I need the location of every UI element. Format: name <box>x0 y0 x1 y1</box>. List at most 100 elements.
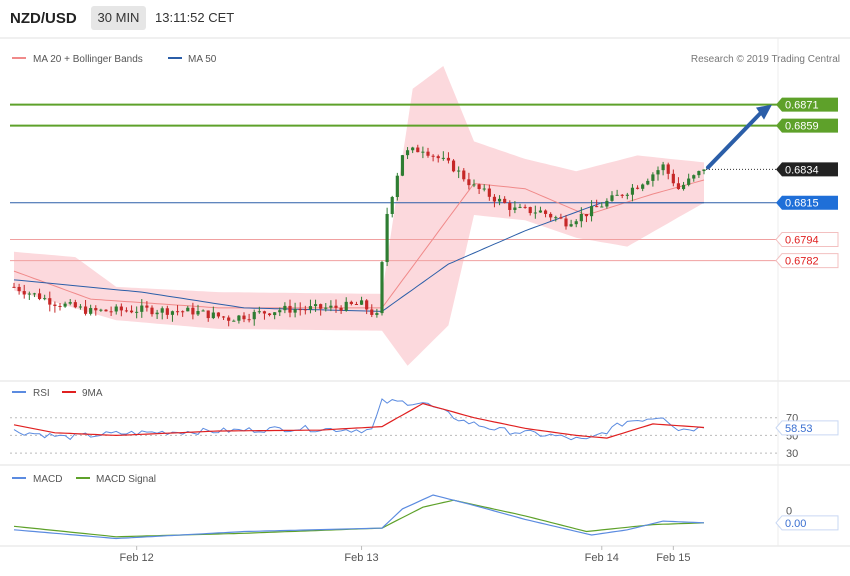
macd-line <box>13 494 705 540</box>
candle-body <box>319 304 323 309</box>
candle-body <box>43 298 47 300</box>
macd-signal-line <box>13 499 705 538</box>
candle <box>400 154 405 177</box>
candle-body <box>109 311 113 313</box>
candle-body <box>702 169 706 172</box>
candle-body <box>73 302 77 308</box>
projection-arrow-shaft <box>706 109 764 170</box>
candle-body <box>242 315 246 320</box>
candle-body <box>431 155 435 157</box>
candle <box>58 303 62 311</box>
support-1-tag: 0.6794 <box>775 232 839 248</box>
support-2-tag-label: 0.6782 <box>785 256 819 268</box>
candle-body <box>308 306 313 310</box>
candle-body <box>661 164 665 171</box>
target-1-tag-label: 0.6871 <box>785 100 819 112</box>
candle-body <box>687 178 691 185</box>
candle-body <box>344 301 348 311</box>
candle-body <box>63 303 67 307</box>
candle-body <box>150 307 154 315</box>
target-2-tag: 0.6859 <box>776 118 838 133</box>
candle-body <box>385 213 389 263</box>
candle-body <box>482 188 486 190</box>
candle-body <box>472 184 476 186</box>
candle-body <box>543 210 548 214</box>
candle-body <box>625 194 629 196</box>
candle-body <box>600 206 604 208</box>
ma20-legend-label: MA 20 + Bollinger Bands <box>33 54 143 65</box>
signal-legend-label: MACD Signal <box>96 474 156 485</box>
candle-body <box>191 307 195 315</box>
candle-body <box>83 306 88 314</box>
candle-body <box>615 194 619 196</box>
candle-body <box>365 300 369 310</box>
candle-body <box>395 175 399 198</box>
candle <box>53 301 57 313</box>
candle <box>385 207 389 267</box>
candle-body <box>513 207 517 210</box>
candle-body <box>303 309 307 311</box>
candle-body <box>375 313 379 315</box>
rsi-tick-label: 30 <box>786 448 798 460</box>
candle-body <box>140 305 144 312</box>
candle-body <box>451 160 456 172</box>
candle-body <box>267 313 272 316</box>
candle-body <box>211 312 215 319</box>
candle-body <box>252 311 256 320</box>
candle-body <box>671 173 675 184</box>
candle-body <box>237 315 241 321</box>
candle-body <box>676 183 681 190</box>
candle-body <box>405 150 410 156</box>
candle-body <box>247 319 251 321</box>
candle-body <box>457 170 461 172</box>
x-tick-label: Feb 14 <box>585 552 619 564</box>
candle-body <box>329 305 333 308</box>
candle-body <box>22 291 26 295</box>
candle-body <box>155 312 159 315</box>
ma50-level-tag-label: 0.6815 <box>785 198 819 210</box>
current-price-tag: 0.6834 <box>776 162 838 177</box>
candle-body <box>554 217 558 219</box>
x-axis: Feb 12 Feb 13 Feb 14 Feb 15 <box>120 546 690 564</box>
candle-body <box>549 213 553 218</box>
candle-body <box>313 304 318 307</box>
candle-body <box>48 298 52 305</box>
candle-body <box>697 171 701 176</box>
candle-body <box>186 307 190 312</box>
candle-body <box>467 179 471 186</box>
candle-body <box>32 293 37 295</box>
candle-body <box>610 195 614 201</box>
price-panel: 0.6871 0.6859 0.6834 0.6815 0.6794 0.6782 <box>10 66 839 366</box>
support-2-tag: 0.6782 <box>775 253 839 269</box>
bollinger-band-area <box>14 66 704 366</box>
candle-body <box>201 310 205 312</box>
candle-body <box>37 293 42 300</box>
candle-body <box>646 180 650 185</box>
candle-body <box>370 309 374 315</box>
candle-body <box>349 301 353 305</box>
candle-body <box>390 197 394 214</box>
candle-body <box>145 305 149 308</box>
candle-body <box>651 174 655 181</box>
candle-body <box>104 309 108 312</box>
candle-body <box>477 184 481 190</box>
candle-body <box>227 317 231 321</box>
candle-body <box>298 309 302 311</box>
rsi-panel: 70503058.53 <box>10 398 839 460</box>
candle-body <box>181 311 185 313</box>
candle-body <box>518 206 522 208</box>
macd-panel: 00.00 <box>13 494 839 540</box>
candle-body <box>497 198 502 202</box>
candle-body <box>574 221 578 225</box>
candle-body <box>68 302 72 304</box>
candle-body <box>359 300 364 305</box>
candle-body <box>262 311 267 314</box>
candle-body <box>17 286 21 292</box>
candle-body <box>681 184 686 190</box>
candle-body <box>196 310 200 315</box>
macd-legend: MACD MACD Signal <box>12 474 156 485</box>
candle-body <box>579 213 583 222</box>
candle-body <box>666 164 670 174</box>
macd-value-label: 0.00 <box>785 518 806 530</box>
x-tick-label: Feb 15 <box>656 552 690 564</box>
